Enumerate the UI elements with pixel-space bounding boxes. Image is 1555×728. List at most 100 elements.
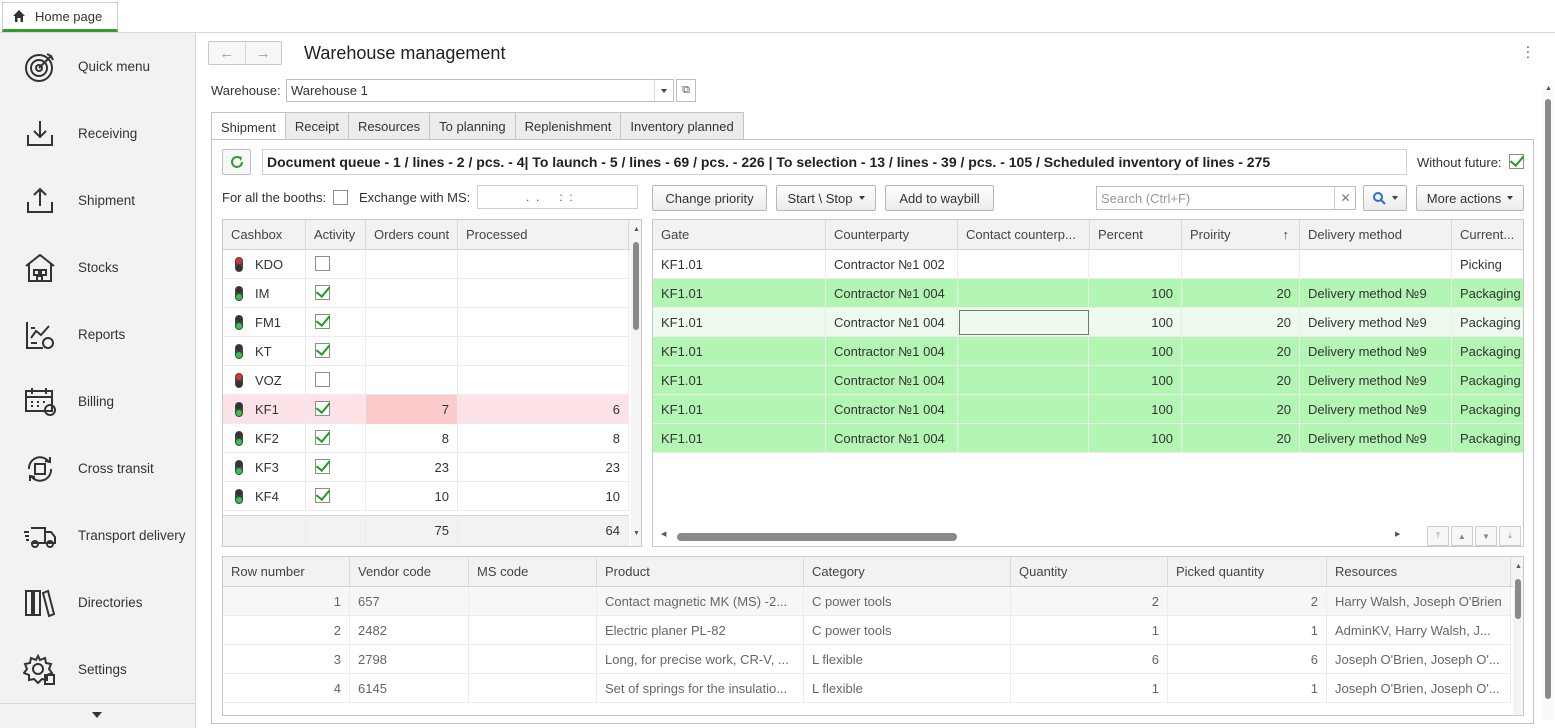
go-last-button[interactable]: ⤓	[1499, 526, 1521, 546]
scrollbar-thumb[interactable]	[633, 242, 639, 330]
without-future-checkbox[interactable]	[1509, 154, 1524, 169]
cashbox-row[interactable]: IM	[223, 279, 629, 308]
col-resources[interactable]: Resources	[1327, 557, 1511, 587]
sidebar-expand-button[interactable]	[0, 703, 196, 728]
activity-checkbox[interactable]	[315, 314, 330, 329]
sidebar-item-billing[interactable]: Billing	[0, 368, 196, 435]
tab-inventory-planned[interactable]: Inventory planned	[620, 112, 744, 140]
page-scrollbar[interactable]: ▲	[1543, 85, 1553, 720]
col-picked-quantity[interactable]: Picked quantity	[1168, 557, 1327, 587]
contact-counterparty-cell[interactable]	[959, 279, 1089, 308]
go-down-button[interactable]: ▼	[1475, 526, 1497, 546]
start-stop-button[interactable]: Start \ Stop	[776, 185, 876, 211]
more-actions-button[interactable]: More actions	[1416, 185, 1524, 211]
col-current[interactable]: Current...	[1452, 220, 1523, 250]
tab-resources[interactable]: Resources	[348, 112, 431, 140]
col-product[interactable]: Product	[597, 557, 804, 587]
col-quantity[interactable]: Quantity	[1011, 557, 1168, 587]
add-to-waybill-button[interactable]: Add to waybill	[885, 185, 994, 211]
warehouse-field[interactable]: Warehouse 1	[286, 79, 674, 102]
contact-counterparty-cell[interactable]	[959, 250, 1089, 279]
gate-row[interactable]: KF1.01 Contractor №1 004 100 20 Delivery met…	[653, 395, 1523, 424]
tab-shipment[interactable]: Shipment	[211, 112, 286, 141]
lines-scrollbar[interactable]: ▲	[1513, 557, 1523, 715]
cashbox-row[interactable]: KF4 10 10	[223, 482, 629, 511]
gate-row[interactable]: KF1.01 Contractor №1 004 100 20 Delivery met…	[653, 424, 1523, 453]
activity-checkbox[interactable]	[315, 488, 330, 503]
search-button[interactable]	[1363, 185, 1407, 211]
scrollbar-thumb[interactable]	[677, 533, 957, 541]
forward-button[interactable]: →	[246, 42, 282, 64]
sidebar-item-cross-transit[interactable]: Cross transit	[0, 435, 196, 502]
col-processed[interactable]: Processed	[458, 220, 629, 250]
contact-counterparty-cell[interactable]	[959, 337, 1089, 366]
booths-checkbox[interactable]	[333, 190, 348, 205]
warehouse-open-button[interactable]: ⧉	[676, 79, 696, 102]
col-delivery-method[interactable]: Delivery method	[1300, 220, 1452, 250]
gate-hscrollbar[interactable]: ◀ ▶	[661, 531, 1401, 542]
contact-counterparty-cell[interactable]	[959, 424, 1089, 453]
col-ms-code[interactable]: MS code	[469, 557, 597, 587]
gate-row[interactable]: KF1.01 Contractor №1 002 Picking	[653, 250, 1523, 279]
col-percent[interactable]: Percent	[1090, 220, 1182, 250]
search-input[interactable]: Search (Ctrl+F)	[1096, 186, 1356, 210]
sidebar-item-directories[interactable]: Directories	[0, 569, 196, 636]
sidebar-item-reports[interactable]: Reports	[0, 301, 196, 368]
col-vendor-code[interactable]: Vendor code	[350, 557, 469, 587]
activity-checkbox[interactable]	[315, 285, 330, 300]
clear-search-button[interactable]: ✕	[1334, 186, 1356, 210]
sidebar-item-settings[interactable]: Settings	[0, 636, 196, 703]
tab-receipt[interactable]: Receipt	[284, 112, 349, 140]
sidebar-item-shipment[interactable]: Shipment	[0, 167, 196, 234]
activity-checkbox[interactable]	[315, 401, 330, 416]
scrollbar-thumb[interactable]	[1515, 579, 1521, 619]
col-priority[interactable]: Proirity ↑	[1182, 220, 1300, 250]
col-contact-counterparty[interactable]: Contact counterp...	[958, 220, 1090, 250]
sidebar-item-transport-delivery[interactable]: Transport delivery	[0, 502, 196, 569]
activity-checkbox[interactable]	[315, 459, 330, 474]
exchange-datetime-field[interactable]: . . : :	[477, 185, 638, 209]
go-first-button[interactable]: ⤒	[1427, 526, 1449, 546]
col-gate[interactable]: Gate	[653, 220, 826, 250]
col-row-number[interactable]: Row number	[223, 557, 350, 587]
back-button[interactable]: ←	[209, 42, 246, 64]
refresh-button[interactable]	[222, 149, 251, 175]
gate-row[interactable]: KF1.01 Contractor №1 004 100 20 Delivery met…	[653, 337, 1523, 366]
cashbox-row[interactable]: FM1	[223, 308, 629, 337]
scrollbar-thumb[interactable]	[1545, 99, 1551, 699]
tab-replenishment[interactable]: Replenishment	[514, 112, 622, 140]
activity-checkbox[interactable]	[315, 430, 330, 445]
sidebar-item-stocks[interactable]: Stocks	[0, 234, 196, 301]
activity-checkbox[interactable]	[315, 372, 330, 387]
col-orders-count[interactable]: Orders count	[366, 220, 458, 250]
col-counterparty[interactable]: Counterparty	[826, 220, 958, 250]
activity-checkbox[interactable]	[315, 256, 330, 271]
contact-counterparty-cell[interactable]	[959, 366, 1089, 395]
sidebar-item-quick-menu[interactable]: Quick menu	[0, 33, 196, 100]
more-menu-icon[interactable]: · · ·	[1524, 39, 1532, 63]
cashbox-scrollbar[interactable]: ▲ ▼	[631, 220, 641, 546]
activity-checkbox[interactable]	[315, 343, 330, 358]
col-cashbox[interactable]: Cashbox	[223, 220, 306, 250]
line-row[interactable]: 1 657 Contact magnetic MK (MS) -2... C powe…	[223, 587, 1511, 616]
gate-row[interactable]: KF1.01 Contractor №1 004 100 20 Delivery met…	[653, 308, 1523, 337]
col-activity[interactable]: Activity	[306, 220, 366, 250]
line-row[interactable]: 3 2798 Long, for precise work, CR-V, ... L …	[223, 645, 1511, 674]
tab-to-planning[interactable]: To planning	[429, 112, 516, 140]
cashbox-row[interactable]: KT	[223, 337, 629, 366]
cashbox-row[interactable]: KF1 7 6	[223, 395, 629, 424]
go-up-button[interactable]: ▲	[1451, 526, 1473, 546]
sidebar-item-receiving[interactable]: Receiving	[0, 100, 196, 167]
gate-row[interactable]: KF1.01 Contractor №1 004 100 20 Delivery met…	[653, 279, 1523, 308]
cashbox-row[interactable]: VOZ	[223, 366, 629, 395]
warehouse-dropdown-button[interactable]	[654, 79, 674, 102]
home-page-tab[interactable]: Home page	[2, 2, 118, 32]
change-priority-button[interactable]: Change priority	[652, 185, 767, 211]
line-row[interactable]: 2 2482 Electric planer PL-82 C power tools 1…	[223, 616, 1511, 645]
col-category[interactable]: Category	[804, 557, 1011, 587]
cashbox-row[interactable]: KF2 8 8	[223, 424, 629, 453]
gate-row[interactable]: KF1.01 Contractor №1 004 100 20 Delivery met…	[653, 366, 1523, 395]
contact-counterparty-cell[interactable]	[959, 395, 1089, 424]
cashbox-row[interactable]: KF3 23 23	[223, 453, 629, 482]
cashbox-row[interactable]: KDO	[223, 250, 629, 279]
